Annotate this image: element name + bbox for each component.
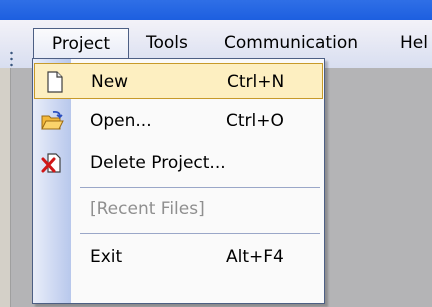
menu-item-label: Exit <box>90 247 123 267</box>
menu-item-label: New <box>91 72 129 92</box>
menu-item-label: Open... <box>90 111 152 131</box>
open-folder-icon <box>40 110 64 132</box>
menu-item-shortcut: Ctrl+N <box>227 72 285 92</box>
menu-item-recent-files: [Recent Files] <box>33 191 324 227</box>
menu-item-label: [Recent Files] <box>90 199 205 219</box>
new-file-icon <box>42 71 66 93</box>
menu-item-exit[interactable]: Exit Alt+F4 <box>33 239 324 275</box>
project-dropdown-menu: New Ctrl+N Open... Ctrl+O Delete Project… <box>32 58 325 304</box>
menu-separator <box>80 187 320 188</box>
title-bar <box>0 0 432 20</box>
menu-separator <box>80 233 320 234</box>
menu-tools[interactable]: Tools <box>146 28 188 58</box>
menu-item-delete-project[interactable]: Delete Project... <box>33 145 324 181</box>
delete-project-icon <box>40 152 64 174</box>
menu-communication[interactable]: Communication <box>224 28 358 58</box>
workspace-left-panel <box>0 68 11 307</box>
menu-item-new[interactable]: New Ctrl+N <box>34 63 323 99</box>
menu-project[interactable]: Project <box>33 28 129 58</box>
menu-item-shortcut: Alt+F4 <box>226 247 284 267</box>
menu-help[interactable]: Hel <box>400 28 428 58</box>
application-window: Project Tools Communication Hel New Ctrl… <box>0 0 432 307</box>
menu-item-label: Delete Project... <box>90 153 226 173</box>
menu-item-shortcut: Ctrl+O <box>226 111 284 131</box>
menu-item-open[interactable]: Open... Ctrl+O <box>33 103 324 139</box>
